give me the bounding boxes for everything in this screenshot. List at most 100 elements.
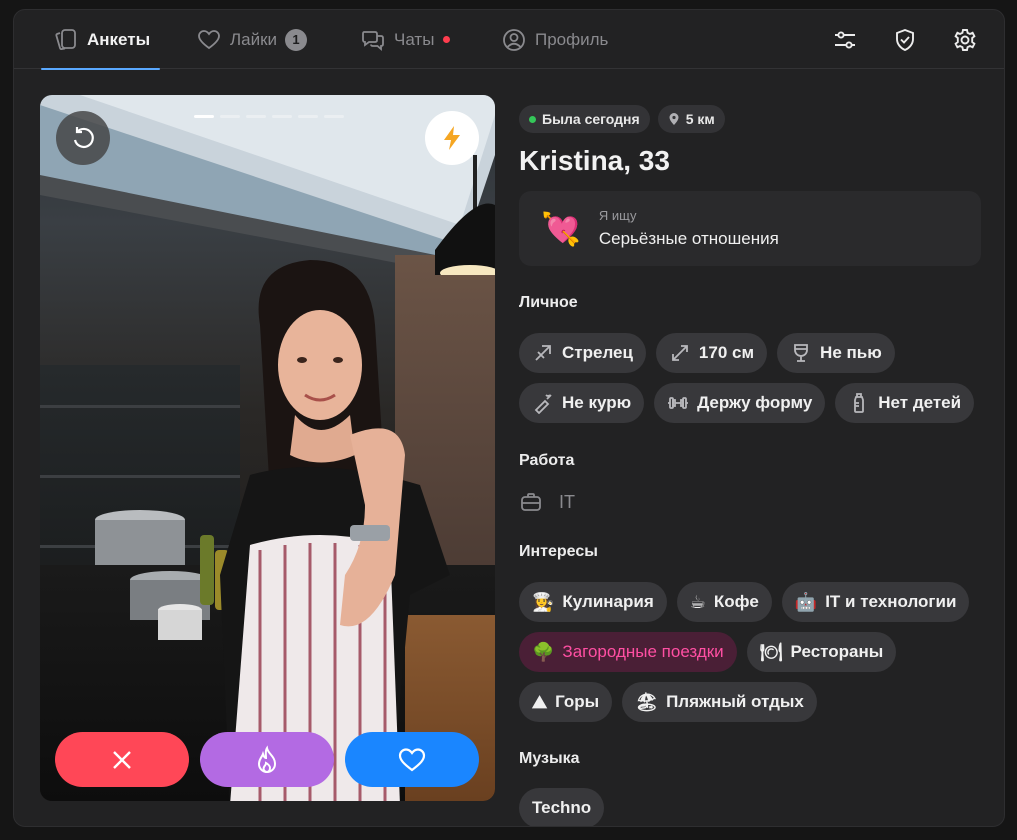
tab-profile[interactable]: Профиль: [501, 10, 608, 69]
page-dot[interactable]: [194, 115, 214, 118]
chip-label: Горы: [555, 692, 600, 711]
height-icon: [672, 345, 688, 361]
baby-bottle-icon: [854, 393, 865, 413]
filters-button[interactable]: [829, 24, 861, 56]
tab-profiles-label: Анкеты: [87, 29, 151, 49]
undo-button[interactable]: [56, 111, 110, 165]
interests-chips: 👩‍🍳 Кулинария ☕ Кофе 🤖 IT и технологии 🌳…: [519, 582, 989, 722]
cards-icon: [55, 28, 76, 50]
location-pin-icon: [669, 113, 679, 125]
chip-label: Стрелец: [562, 343, 633, 362]
user-circle-icon: [503, 28, 525, 51]
tree-icon: 🌳: [532, 641, 555, 663]
chip-label: Кофе: [713, 592, 759, 611]
page-dot[interactable]: [298, 115, 318, 118]
interest-chip: 🍽 Рестораны: [746, 632, 897, 672]
undo-icon: [73, 127, 94, 149]
close-icon: [113, 750, 131, 769]
dislike-button[interactable]: [55, 732, 189, 787]
looking-for-card: 💘 Я ищу Серьёзные отношения: [519, 191, 981, 266]
chef-icon: 👩‍🍳: [532, 591, 555, 613]
sagittarius-icon: [535, 345, 551, 361]
heart-icon: [398, 747, 426, 771]
interest-chip: ⛰ Горы: [519, 682, 613, 722]
photo-pagination: [194, 115, 344, 118]
interest-chip: 🤖 IT и технологии: [781, 582, 970, 622]
online-dot: [529, 115, 536, 123]
plate-icon: 🍽: [759, 641, 783, 663]
online-status-text: Была сегодня: [542, 111, 640, 127]
work-row: IT: [519, 490, 989, 514]
personal-chip: Стрелец: [519, 333, 646, 373]
chip-label: Не пью: [820, 343, 882, 362]
tab-profile-label: Профиль: [535, 29, 609, 49]
personal-chip: 170 см: [655, 333, 768, 373]
like-button[interactable]: [345, 732, 479, 787]
heart-icon: [198, 29, 220, 49]
distance-badge: 5 км: [657, 105, 725, 133]
sliders-icon: [835, 31, 855, 49]
top-nav: Анкеты Лайки 1 Чаты Профиль: [14, 10, 1004, 70]
profile-photo[interactable]: [40, 95, 495, 801]
superlike-button[interactable]: [200, 732, 334, 787]
interest-chip-highlighted: 🌳 Загородные поездки: [519, 632, 737, 672]
chip-label: Загородные поездки: [562, 642, 724, 661]
page-dot[interactable]: [324, 115, 344, 118]
online-status-badge: Была сегодня: [519, 105, 650, 133]
profile-details: Была сегодня 5 км Kristina, 33 💘 Я ищу С…: [519, 105, 989, 826]
settings-button[interactable]: [949, 24, 981, 56]
wine-glass-icon: [794, 344, 808, 362]
tab-profiles[interactable]: Анкеты: [40, 10, 161, 70]
work-value: IT: [559, 491, 575, 512]
profile-name: Kristina, 33: [519, 145, 670, 176]
page-dot[interactable]: [246, 115, 266, 118]
chip-label: Не курю: [562, 393, 632, 412]
personal-chip: Не пью: [777, 333, 895, 373]
page-dot[interactable]: [272, 115, 292, 118]
interest-chip: 🏖 Пляжный отдых: [622, 682, 817, 722]
interests-section-title: Интересы: [519, 543, 598, 560]
chip-label: 170 см: [698, 343, 755, 362]
looking-for-value: Серьёзные отношения: [598, 229, 779, 248]
personal-chip: Держу форму: [654, 383, 826, 423]
distance-text: 5 км: [685, 111, 715, 127]
page-dot[interactable]: [220, 115, 240, 118]
app-window: Анкеты Лайки 1 Чаты Профиль Была сегодня…: [13, 9, 1005, 827]
tab-chats[interactable]: Чаты: [360, 10, 451, 69]
no-smoking-icon: [534, 394, 552, 414]
status-row: Была сегодня 5 км: [519, 105, 989, 133]
heart-arrow-icon: 💘: [541, 209, 581, 248]
chip-label: Нет детей: [878, 393, 962, 412]
personal-section-title: Личное: [519, 294, 578, 311]
flame-icon: [257, 744, 277, 773]
gear-icon: [954, 29, 976, 51]
dumbbell-icon: [668, 397, 689, 409]
interest-chip: 👩‍🍳 Кулинария: [519, 582, 667, 622]
personal-chips: Стрелец 170 см Не пью Не курю Держу форм…: [519, 333, 989, 423]
tab-chats-label: Чаты: [394, 29, 435, 49]
briefcase-icon: [521, 493, 541, 511]
chip-label: Пляжный отдых: [666, 692, 804, 711]
looking-for-label: Я ищу: [598, 208, 637, 223]
coffee-icon: ☕: [689, 591, 706, 613]
music-chip: Techno: [519, 788, 605, 826]
safety-button[interactable]: [889, 24, 921, 56]
tab-likes-label: Лайки: [230, 29, 278, 49]
boost-button[interactable]: [425, 111, 479, 165]
shield-check-icon: [896, 28, 914, 52]
work-section-title: Работа: [519, 452, 575, 469]
chip-label: Рестораны: [790, 642, 884, 661]
unread-dot: [443, 36, 451, 43]
interest-chip: ☕ Кофе: [676, 582, 772, 622]
chip-label: Держу форму: [697, 393, 813, 412]
lightning-icon: [444, 126, 460, 150]
person-figure: [220, 260, 450, 801]
chat-bubbles-icon: [362, 30, 384, 51]
mountain-icon: ⛰: [532, 691, 548, 713]
personal-chip: Нет детей: [835, 383, 975, 423]
chip-label: Кулинария: [562, 592, 654, 611]
music-chips: Techno: [519, 788, 989, 826]
chip-label: IT и технологии: [825, 592, 957, 611]
tab-likes[interactable]: Лайки 1: [196, 10, 308, 69]
music-section-title: Музыка: [519, 750, 580, 767]
